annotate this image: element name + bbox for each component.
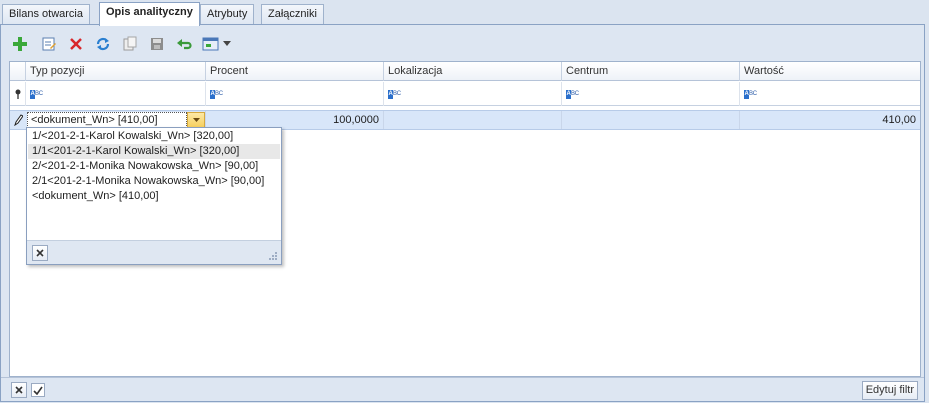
typ-pozycji-dropdown-list: 1/<201-2-1-Karol Kowalski_Wn> [320,00] 1… [26, 127, 282, 265]
text-filter-icon: ABC [566, 90, 579, 99]
list-item-label: <dokument_Wn> [410,00] [32, 190, 159, 202]
list-item-label: 2/<201-2-1-Monika Nowakowska_Wn> [90,00] [32, 160, 259, 172]
copy-icon [123, 36, 137, 51]
tab-opis-analityczny[interactable]: Opis analityczny [99, 2, 200, 26]
toolbar [9, 33, 309, 55]
dropdown-close-button[interactable] [32, 245, 48, 261]
column-header-centrum[interactable]: Centrum [561, 62, 739, 81]
list-item[interactable]: 1/<201-2-1-Karol Kowalski_Wn> [320,00] [28, 129, 280, 144]
header-indicator-cell [10, 62, 25, 81]
resize-grip-icon[interactable] [268, 251, 278, 261]
cell-value: 100,0000 [333, 114, 379, 126]
view-icon [202, 37, 219, 51]
column-label: Typ pozycji [30, 65, 85, 77]
column-header-lokalizacja[interactable]: Lokalizacja [383, 62, 561, 81]
view-button[interactable] [200, 33, 222, 55]
refresh-icon [96, 37, 110, 51]
column-label: Wartość [744, 65, 784, 77]
list-item[interactable]: 2/<201-2-1-Monika Nowakowska_Wn> [90,00] [28, 159, 280, 174]
tab-bilans-otwarcia[interactable]: Bilans otwarcia [2, 4, 90, 25]
filter-centrum[interactable]: ABC [561, 82, 739, 106]
checkmark-icon [33, 386, 43, 395]
list-item-label: 1/<201-2-1-Karol Kowalski_Wn> [320,00] [32, 130, 234, 142]
close-icon [15, 386, 23, 394]
view-dropdown-button[interactable] [221, 33, 233, 55]
button-label: Edytuj filtr [865, 384, 914, 396]
filter-indicator-cell [10, 82, 25, 106]
column-label: Centrum [566, 65, 609, 77]
dropdown-footer [27, 240, 281, 264]
cell-value: 410,00 [882, 114, 916, 126]
cell-lokalizacja[interactable] [383, 111, 561, 129]
tab-label: Załączniki [268, 8, 317, 20]
save-button[interactable] [146, 33, 168, 55]
combo-value: <dokument_Wn> [410,00] [31, 114, 158, 126]
edit-filter-button[interactable]: Edytuj filtr [861, 381, 918, 400]
text-filter-icon: ABC [30, 90, 43, 99]
add-icon [13, 37, 27, 51]
filter-wartosc[interactable]: ABC [739, 82, 920, 106]
grid-footer: Edytuj filtr [1, 377, 924, 401]
clear-filter-button[interactable] [11, 382, 27, 398]
grid-header: Typ pozycji Procent Lokalizacja Centrum … [10, 62, 920, 81]
filter-row: ABC ABC ABC ABC ABC [10, 82, 920, 106]
text-filter-icon: ABC [388, 90, 401, 99]
delete-icon [70, 38, 82, 50]
tab-atrybuty[interactable]: Atrybuty [200, 4, 255, 25]
filter-enabled-checkbox[interactable] [31, 383, 45, 397]
pencil-icon [14, 114, 23, 126]
chevron-down-icon [192, 117, 200, 122]
column-label: Procent [210, 65, 248, 77]
typ-pozycji-combo[interactable]: <dokument_Wn> [410,00] [27, 112, 187, 128]
filter-typ-pozycji[interactable]: ABC [25, 82, 205, 106]
tab-zalaczniki[interactable]: Załączniki [261, 4, 324, 25]
text-filter-icon: ABC [210, 90, 223, 99]
tab-label: Bilans otwarcia [9, 8, 83, 20]
edit-button[interactable] [38, 33, 60, 55]
column-header-wartosc[interactable]: Wartość [739, 62, 920, 81]
refresh-button[interactable] [92, 33, 114, 55]
column-header-typ-pozycji[interactable]: Typ pozycji [25, 62, 205, 81]
row-indicator-cell [10, 111, 27, 129]
undo-icon [177, 39, 192, 50]
tab-label: Opis analityczny [106, 6, 193, 18]
pin-icon [15, 89, 21, 99]
text-filter-icon: ABC [744, 90, 757, 99]
combo-dropdown-button[interactable] [187, 112, 205, 128]
cell-wartosc[interactable]: 410,00 [739, 111, 920, 129]
close-icon [36, 249, 44, 257]
cell-centrum[interactable] [561, 111, 739, 129]
copy-button[interactable] [119, 33, 141, 55]
tab-strip: Bilans otwarcia Opis analityczny Atrybut… [0, 2, 929, 26]
filter-procent[interactable]: ABC [205, 82, 383, 106]
save-icon [151, 38, 163, 50]
edit-icon [42, 37, 56, 51]
filter-lokalizacja[interactable]: ABC [383, 82, 561, 106]
list-item[interactable]: 2/1<201-2-1-Monika Nowakowska_Wn> [90,00… [28, 174, 280, 189]
add-button[interactable] [9, 33, 31, 55]
list-item[interactable]: 1/1<201-2-1-Karol Kowalski_Wn> [320,00] [28, 144, 280, 159]
list-item-label: 1/1<201-2-1-Karol Kowalski_Wn> [320,00] [32, 145, 240, 157]
delete-button[interactable] [65, 33, 87, 55]
column-header-procent[interactable]: Procent [205, 62, 383, 81]
dropdown-arrow-icon [223, 41, 231, 46]
tab-label: Atrybuty [207, 8, 248, 20]
list-item-label: 2/1<201-2-1-Monika Nowakowska_Wn> [90,00… [32, 175, 265, 187]
undo-button[interactable] [173, 33, 195, 55]
column-label: Lokalizacja [388, 65, 443, 77]
list-item[interactable]: <dokument_Wn> [410,00] [28, 189, 280, 204]
